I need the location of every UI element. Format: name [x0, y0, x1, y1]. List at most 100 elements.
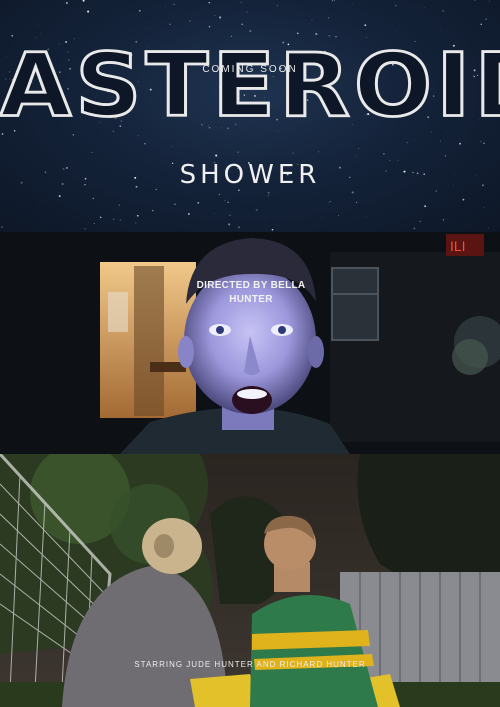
svg-text:ILI: ILI — [450, 238, 466, 254]
star — [91, 152, 93, 154]
star — [395, 5, 397, 7]
star — [267, 195, 269, 197]
star — [137, 215, 139, 217]
star — [237, 151, 239, 153]
star — [229, 214, 231, 217]
star — [215, 154, 218, 157]
star — [488, 227, 489, 229]
star — [84, 228, 86, 230]
star — [442, 219, 444, 221]
star — [218, 193, 221, 196]
star — [462, 198, 465, 201]
star — [197, 202, 200, 204]
star — [214, 213, 216, 214]
star — [1, 226, 3, 228]
star — [169, 23, 171, 26]
star — [40, 33, 42, 34]
star — [483, 206, 485, 208]
star — [87, 10, 90, 13]
star — [118, 204, 120, 206]
star — [77, 138, 78, 140]
star — [267, 191, 270, 194]
star — [224, 199, 226, 201]
star — [37, 25, 39, 26]
star — [144, 143, 146, 145]
star — [480, 140, 482, 142]
star — [334, 0, 335, 2]
backyard-scene — [0, 454, 500, 707]
star — [485, 18, 488, 21]
star — [440, 140, 441, 142]
star — [358, 147, 359, 149]
star — [219, 16, 222, 19]
star — [474, 0, 476, 1]
star — [309, 22, 311, 24]
star — [208, 25, 211, 28]
star — [208, 1, 211, 4]
poster-subtitle: SHOWER — [179, 160, 321, 190]
star — [383, 153, 385, 155]
star — [92, 197, 94, 200]
star — [483, 142, 485, 144]
star — [165, 6, 166, 7]
star — [292, 152, 294, 154]
boy-closeup-scene: ILI — [0, 232, 500, 454]
star — [237, 226, 240, 229]
star — [241, 23, 243, 25]
movie-poster: ASTEROID COMING SOON SHOWER ILI DIRECTED… — [0, 0, 500, 707]
star — [93, 223, 95, 224]
star — [394, 31, 396, 33]
title-panel: ASTEROID COMING SOON SHOWER — [0, 0, 500, 232]
star — [356, 201, 358, 203]
star — [227, 201, 229, 204]
dark-window — [331, 267, 379, 341]
star — [214, 15, 216, 16]
star — [66, 2, 68, 4]
star — [246, 11, 248, 13]
star — [351, 3, 353, 4]
star — [329, 201, 331, 203]
backyard-photo: STARRING JUDE HUNTER AND RICHARD HUNTER — [0, 454, 500, 707]
star — [271, 228, 274, 231]
star — [338, 215, 339, 216]
star — [146, 28, 147, 30]
star — [351, 191, 354, 194]
star — [435, 190, 437, 192]
star — [99, 216, 102, 219]
starring-credit: STARRING JUDE HUNTER AND RICHARD HUNTER — [134, 660, 366, 669]
star — [151, 209, 154, 212]
star — [119, 219, 121, 221]
coming-soon-tagline: COMING SOON — [202, 64, 298, 75]
star — [419, 220, 421, 222]
boy-closeup-photo: ILI DIRECTED BY BELLA HUNTER — [0, 232, 500, 454]
star — [480, 23, 482, 25]
star — [318, 151, 319, 153]
star — [172, 146, 173, 147]
star — [38, 204, 39, 205]
star — [263, 218, 265, 220]
star — [311, 19, 313, 21]
star — [138, 9, 141, 12]
star — [424, 205, 427, 208]
star — [328, 17, 330, 19]
star — [440, 29, 441, 31]
star — [413, 227, 416, 230]
star — [84, 8, 85, 9]
star — [331, 0, 334, 2]
star — [173, 3, 175, 5]
star — [442, 10, 444, 12]
star — [82, 0, 85, 2]
star — [255, 208, 258, 211]
poster-title: ASTEROID — [0, 34, 500, 137]
star — [364, 24, 367, 27]
star — [406, 141, 408, 144]
star — [189, 20, 191, 22]
star — [174, 203, 176, 206]
star — [249, 30, 252, 32]
star — [444, 155, 446, 157]
star — [58, 195, 61, 198]
star — [321, 217, 322, 219]
star — [328, 202, 330, 204]
star — [489, 0, 490, 2]
star — [240, 1, 242, 3]
